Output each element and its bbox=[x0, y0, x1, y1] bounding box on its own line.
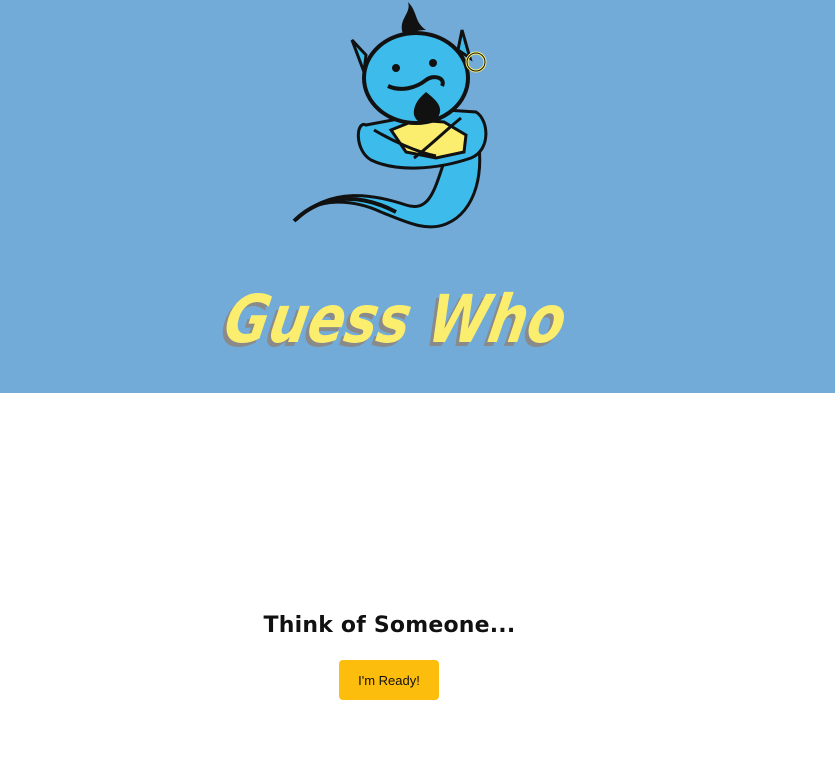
hero-header: Guess Who Guess Who bbox=[0, 0, 835, 393]
page-prompt: Think of Someone... bbox=[263, 613, 516, 638]
svg-text:Guess Who: Guess Who bbox=[222, 280, 573, 357]
genie-mascot-icon bbox=[292, 2, 488, 229]
ready-button[interactable]: I'm Ready! bbox=[339, 660, 439, 700]
guess-who-logo: Guess Who Guess Who bbox=[222, 280, 573, 358]
main-content: Think of Someone... I'm Ready! bbox=[0, 393, 835, 759]
